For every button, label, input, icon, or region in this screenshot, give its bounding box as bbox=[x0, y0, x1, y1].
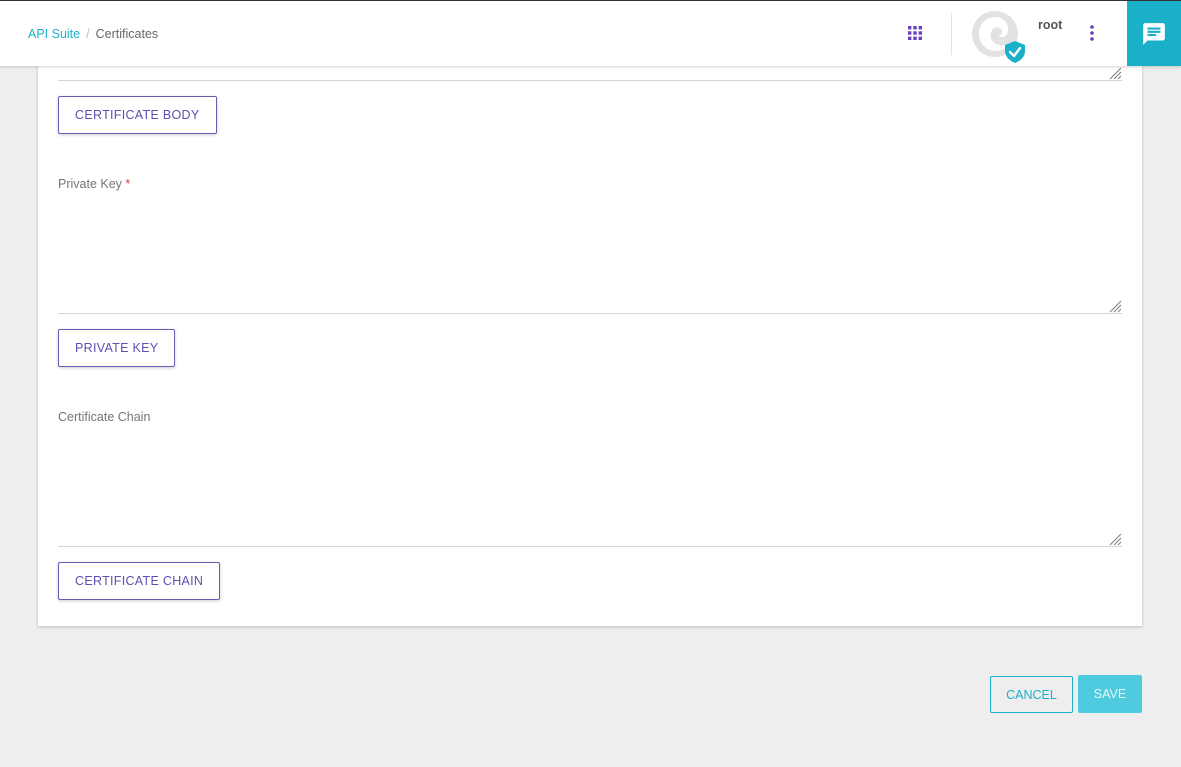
username: root bbox=[1038, 18, 1063, 32]
certificate-chain-label: Certificate Chain bbox=[58, 410, 151, 424]
top-bar: API Suite / Certificates root bbox=[0, 0, 1181, 66]
breadcrumb-api-suite-link[interactable]: API Suite bbox=[28, 27, 80, 41]
private-key-label-text: Private Key bbox=[58, 177, 122, 191]
resize-grip-icon[interactable] bbox=[1108, 66, 1122, 80]
certificate-form-card: CERTIFICATE BODY Private Key * PRIVATE K… bbox=[38, 60, 1142, 626]
certificate-body-textarea[interactable] bbox=[58, 66, 1122, 80]
private-key-label: Private Key * bbox=[58, 177, 130, 191]
avatar-icon[interactable] bbox=[971, 11, 1027, 63]
resize-grip-icon[interactable] bbox=[1108, 532, 1122, 546]
breadcrumb: API Suite / Certificates bbox=[28, 27, 158, 41]
chat-icon bbox=[1143, 22, 1165, 45]
save-button[interactable]: SAVE bbox=[1078, 675, 1142, 713]
kebab-menu-icon[interactable] bbox=[1084, 24, 1100, 42]
certificate-chain-textarea[interactable] bbox=[58, 431, 1122, 544]
certificate-chain-underline bbox=[58, 546, 1122, 547]
private-key-underline bbox=[58, 313, 1122, 314]
certificate-chain-upload-button[interactable]: CERTIFICATE CHAIN bbox=[58, 562, 221, 600]
resize-grip-icon[interactable] bbox=[1108, 299, 1122, 313]
apps-grid-icon[interactable] bbox=[908, 26, 922, 40]
required-asterisk: * bbox=[125, 177, 131, 191]
header-divider bbox=[951, 13, 952, 55]
chat-button[interactable] bbox=[1127, 1, 1181, 66]
certificate-body-upload-button[interactable]: CERTIFICATE BODY bbox=[58, 96, 217, 134]
breadcrumb-separator: / bbox=[86, 27, 90, 41]
breadcrumb-current: Certificates bbox=[95, 27, 159, 41]
cancel-button[interactable]: CANCEL bbox=[990, 676, 1073, 713]
private-key-textarea[interactable] bbox=[58, 198, 1122, 311]
certificate-body-underline bbox=[58, 80, 1122, 81]
private-key-upload-button[interactable]: PRIVATE KEY bbox=[58, 329, 176, 367]
